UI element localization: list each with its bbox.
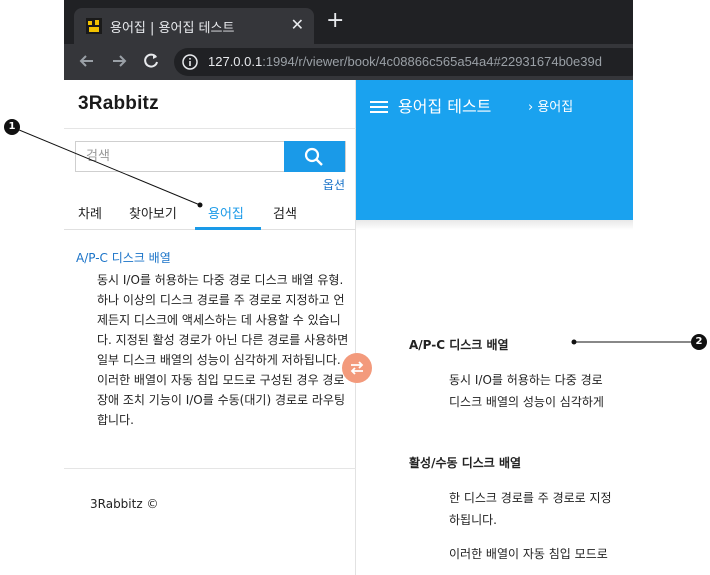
divider (64, 468, 356, 469)
url-host: 127.0.0.1 (208, 54, 263, 69)
tab-strip: 용어집 | 용어집 테스트 ✕ + (64, 0, 633, 44)
entry-term: A/P-C 디스크 배열 (409, 338, 509, 352)
new-tab-icon[interactable]: + (326, 10, 344, 32)
address-bar[interactable]: 127.0.0.1:1994/r/viewer/book/4c08866c565… (174, 48, 633, 76)
tab-title: 용어집 | 용어집 테스트 (110, 21, 235, 36)
url-path: :1994/r/viewer/book/4c08866c565a54a4#229… (262, 54, 602, 69)
options-link[interactable]: 옵션 (323, 176, 345, 193)
info-icon[interactable] (182, 54, 198, 70)
doc-title: 용어집 테스트 (398, 97, 492, 116)
tab-close-icon[interactable]: ✕ (291, 15, 304, 34)
breadcrumb[interactable]: › 용어집 (528, 96, 573, 115)
url-text: 127.0.0.1:1994/r/viewer/book/4c08866c565… (208, 54, 602, 69)
reload-icon[interactable] (140, 50, 162, 72)
forward-arrow-icon[interactable] (108, 50, 130, 72)
logo[interactable]: 3Rabbitz (78, 93, 159, 115)
divider (64, 128, 356, 129)
active-tab-indicator (195, 227, 261, 230)
header-shadow (356, 220, 633, 230)
browser-window: 용어집 | 용어집 테스트 ✕ + 127.0.0.1:1994/r/viewe… (64, 0, 633, 575)
browser-toolbar: 127.0.0.1:1994/r/viewer/book/4c08866c565… (64, 44, 633, 80)
tab-index[interactable]: 찾아보기 (129, 203, 177, 222)
annotation-marker-1: 1 (4, 119, 20, 135)
footer-copyright: 3Rabbitz © (90, 497, 159, 511)
sidebar: 3Rabbitz 옵션 차례 찾아보기 용어집 검색 A/P-C 디스크 배열 … (64, 80, 356, 575)
glossary-term-link[interactable]: A/P-C 디스크 배열 (76, 249, 171, 266)
menu-icon[interactable] (370, 99, 390, 115)
search-box (75, 141, 346, 172)
tab-search[interactable]: 검색 (273, 203, 297, 222)
panel-toggle-button[interactable] (342, 353, 372, 383)
search-button[interactable] (284, 141, 345, 172)
entry-definition: 하됩니다. (449, 513, 497, 527)
rabbit-favicon-icon (86, 18, 102, 34)
glossary-definition: 동시 I/O를 허용하는 다중 경로 디스크 배열 유형. 하나 이상의 디스크… (97, 273, 349, 427)
search-icon (304, 147, 323, 166)
content-area: 용어집 테스트 › 용어집 A/P-C 디스크 배열 동시 I/O를 허용하는 … (356, 80, 633, 575)
sidebar-tabs: 차례 찾아보기 용어집 검색 (64, 196, 356, 230)
content-header: 용어집 테스트 › 용어집 (356, 80, 633, 220)
search-input[interactable] (76, 142, 286, 171)
browser-tab[interactable]: 용어집 | 용어집 테스트 ✕ (74, 8, 314, 44)
logo-rest: Rabbitz (88, 93, 159, 114)
entry-term: 활성/수동 디스크 배열 (409, 456, 522, 470)
entry-definition: 동시 I/O를 허용하는 다중 경로 (449, 373, 603, 387)
entry-definition: 디스크 배열의 성능이 심각하게 (449, 395, 604, 409)
logo-prefix: 3 (78, 93, 89, 114)
swap-arrows-icon (350, 361, 364, 375)
annotation-marker-2: 2 (691, 334, 707, 350)
entry-definition: 한 디스크 경로를 주 경로로 지정 (449, 491, 612, 505)
tab-glossary[interactable]: 용어집 (208, 203, 244, 222)
tab-contents[interactable]: 차례 (78, 203, 102, 222)
entry-definition: 이러한 배열이 자동 침입 모드로 (449, 547, 608, 561)
back-arrow-icon[interactable] (76, 50, 98, 72)
